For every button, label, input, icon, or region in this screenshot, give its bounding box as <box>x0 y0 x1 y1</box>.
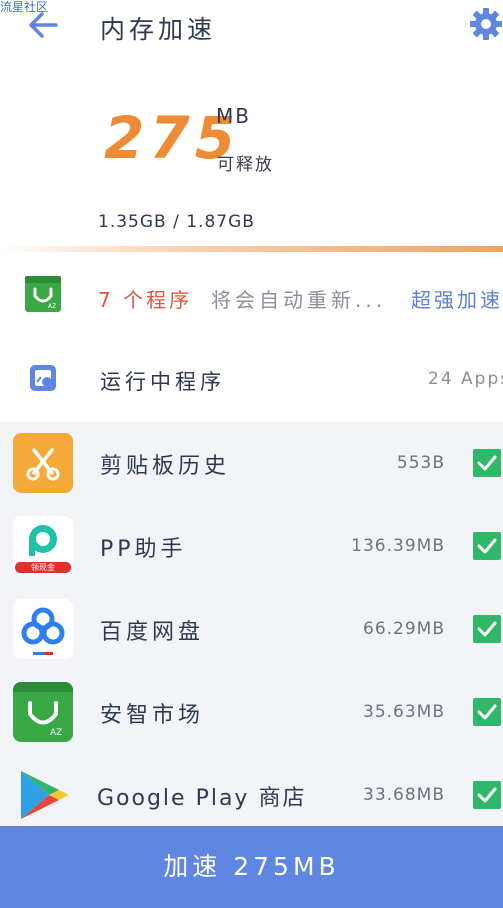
scissors-icon <box>13 433 73 493</box>
list-item[interactable]: 剪贴板历史 553B <box>0 422 503 505</box>
auto-restart-notice: AZ 7 个程序 将会自动重新... 超强加速 <box>0 252 503 338</box>
memory-usage: 1.35GB / 1.87GB <box>98 212 255 232</box>
svg-text:AZ: AZ <box>48 303 56 310</box>
super-boost-link[interactable]: 超强加速 <box>411 284 503 313</box>
anzhi-market-icon: AZ <box>13 682 73 742</box>
releasable-unit: MB <box>216 104 251 128</box>
list-item[interactable]: AZ 安智市场 35.63MB <box>0 671 503 754</box>
app-name: 剪贴板历史 <box>100 454 231 479</box>
back-arrow-icon[interactable] <box>26 10 60 40</box>
list-item[interactable]: Google Play 商店 33.68MB <box>0 754 503 826</box>
page-title: 内存加速 <box>100 15 217 44</box>
app-name: Google Play 商店 <box>97 786 307 811</box>
list-item[interactable]: 百度网盘 66.29MB <box>0 588 503 671</box>
app-name: 安智市场 <box>100 703 205 728</box>
baidu-netdisk-icon <box>13 599 73 659</box>
app-size: 33.68MB <box>363 785 445 805</box>
pp-assistant-icon: 领现金 <box>13 516 73 576</box>
app-size: 35.63MB <box>363 702 445 722</box>
checkbox-checked-icon[interactable] <box>473 781 501 809</box>
header: 内存加速 <box>0 0 503 56</box>
notice-text: 将会自动重新... <box>211 288 387 312</box>
running-apps-label: 运行中程序 <box>100 370 225 394</box>
app-list: 剪贴板历史 553B 领现金 PP助手 136.39MB 百度网盘 66.29M… <box>0 422 503 826</box>
google-play-icon <box>13 765 73 825</box>
app-size: 66.29MB <box>363 619 445 639</box>
accelerate-button[interactable]: 加速 275MB <box>0 826 503 908</box>
running-apps-icon <box>30 365 56 391</box>
running-apps-count: 24 Apps <box>428 369 503 389</box>
checkbox-checked-icon[interactable] <box>473 615 501 643</box>
checkbox-checked-icon[interactable] <box>473 449 501 477</box>
notice-count: 7 个程序 <box>98 288 193 312</box>
checkbox-checked-icon[interactable] <box>473 698 501 726</box>
checkbox-checked-icon[interactable] <box>473 532 501 560</box>
svg-text:AZ: AZ <box>50 728 62 738</box>
releasable-label: 可释放 <box>217 155 274 175</box>
app-name: 百度网盘 <box>100 620 205 645</box>
app-size: 136.39MB <box>351 536 445 556</box>
app-size: 553B <box>396 453 445 473</box>
app-name: PP助手 <box>100 537 187 562</box>
list-item[interactable]: 领现金 PP助手 136.39MB <box>0 505 503 588</box>
pp-assistant-badge: 领现金 <box>31 563 55 572</box>
anzhi-market-icon: AZ <box>25 276 61 312</box>
gear-icon[interactable] <box>468 6 503 42</box>
running-apps-header: 运行中程序 24 Apps <box>0 338 503 422</box>
